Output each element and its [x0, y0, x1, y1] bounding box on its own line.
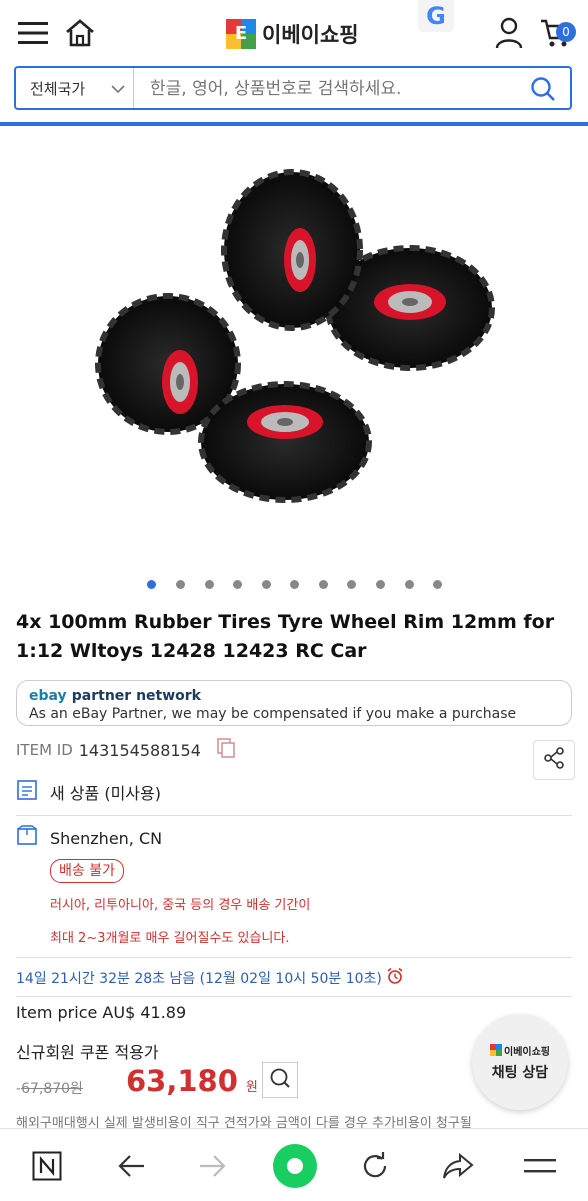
search-icon[interactable] [526, 72, 560, 106]
tire-top [221, 169, 363, 331]
gallery-dot[interactable] [262, 580, 271, 589]
partner-notice: ebay partner network As an eBay Partner,… [16, 680, 572, 726]
forward-arrow-icon[interactable] [196, 1149, 230, 1183]
item-id-row: ITEM ID 143154588154 [16, 738, 416, 762]
country-select[interactable]: 전체국가 [16, 68, 134, 108]
location-row: Shenzhen, CN [16, 824, 556, 852]
coupon-label: 신규회원 쿠폰 적용가 [16, 1043, 159, 1062]
timer-text: 14일 21시간 32분 28초 남음 (12월 02일 10시 50분 10초… [16, 971, 382, 987]
chat-label: 채팅 상담 [491, 1064, 549, 1081]
gallery-dot[interactable] [205, 580, 214, 589]
condition-row: 새 상품 (미사용) [16, 778, 556, 806]
partner-brand: ebay [29, 688, 67, 704]
chat-consult-button[interactable]: 이베이쇼핑 채팅 상담 [472, 1014, 568, 1110]
copy-icon[interactable] [217, 738, 235, 762]
chat-logo: 이베이쇼핑 [490, 1043, 550, 1058]
shipping-status-badge: 배송 불가 [50, 859, 124, 883]
logo[interactable]: E 이베이쇼핑 [226, 18, 376, 50]
item-id-label: ITEM ID [16, 741, 73, 759]
search-bar: 전체국가 [14, 66, 572, 110]
gallery-dot[interactable] [347, 580, 356, 589]
menu-icon[interactable] [16, 18, 50, 48]
gallery-dot[interactable] [319, 580, 328, 589]
home-icon[interactable] [62, 16, 98, 50]
account-icon[interactable] [492, 16, 526, 50]
location-text: Shenzhen, CN [50, 828, 163, 848]
sale-price-value: 63,180 [126, 1064, 238, 1098]
browser-toolbar [0, 1128, 588, 1201]
original-price: -67,870원 [16, 1081, 83, 1097]
tire-front-right [198, 381, 372, 503]
document-icon [16, 779, 38, 805]
refresh-icon[interactable] [358, 1149, 392, 1183]
divider [16, 957, 572, 958]
alarm-clock-icon [386, 967, 404, 989]
product-image[interactable] [0, 130, 588, 570]
item-id-value: 143154588154 [78, 740, 201, 760]
back-arrow-icon[interactable] [114, 1149, 148, 1183]
magnifier-icon [269, 1067, 291, 1093]
search-input[interactable] [148, 68, 532, 110]
gallery-dot[interactable] [147, 580, 156, 589]
cart-count-badge: 0 [556, 22, 576, 42]
partner-note: As an eBay Partner, we may be compensate… [29, 706, 517, 722]
shipping-note: 러시아, 리투아니아, 중국 등의 경우 배송 기간이 [50, 898, 311, 913]
product-title: 4x 100mm Rubber Tires Tyre Wheel Rim 12m… [16, 611, 555, 662]
item-price: Item price AU$ 41.89 [16, 1003, 187, 1022]
shipping-note: 최대 2~3개월로 매우 길어질수도 있습니다. [50, 931, 290, 946]
share-arrow-icon[interactable] [440, 1149, 476, 1183]
gallery-dot[interactable] [405, 580, 414, 589]
chevron-down-icon [111, 80, 125, 98]
condition-text: 새 상품 (미사용) [50, 784, 161, 803]
shipping-box-icon [16, 825, 38, 851]
gallery-dot[interactable] [433, 580, 442, 589]
gallery-dot[interactable] [376, 580, 385, 589]
naver-icon[interactable] [30, 1149, 64, 1183]
menu-lines-icon[interactable] [522, 1149, 558, 1183]
google-icon[interactable]: G [418, 0, 454, 32]
logo-badge: E [226, 19, 256, 49]
share-icon [543, 747, 565, 773]
cart-icon[interactable]: 0 [534, 16, 578, 50]
timer-row: 14일 21시간 32분 28초 남음 (12월 02일 10시 50분 10초… [16, 966, 576, 990]
sale-price: 63,180 원 [126, 1064, 258, 1098]
logo-text: 이베이쇼핑 [262, 23, 359, 47]
divider [16, 815, 572, 816]
sale-price-currency: 원 [245, 1080, 258, 1095]
share-button[interactable] [533, 740, 575, 780]
gallery-dot[interactable] [176, 580, 185, 589]
chat-logo-badge [490, 1044, 502, 1056]
header-divider [0, 122, 588, 126]
price-detail-button[interactable] [262, 1062, 298, 1098]
partner-brand-suffix: partner network [71, 688, 201, 704]
green-home-icon[interactable] [273, 1144, 317, 1188]
app-header: E 이베이쇼핑 G 0 전체국가 [0, 0, 588, 128]
divider [16, 996, 572, 997]
gallery-dot[interactable] [290, 580, 299, 589]
gallery-dot[interactable] [233, 580, 242, 589]
